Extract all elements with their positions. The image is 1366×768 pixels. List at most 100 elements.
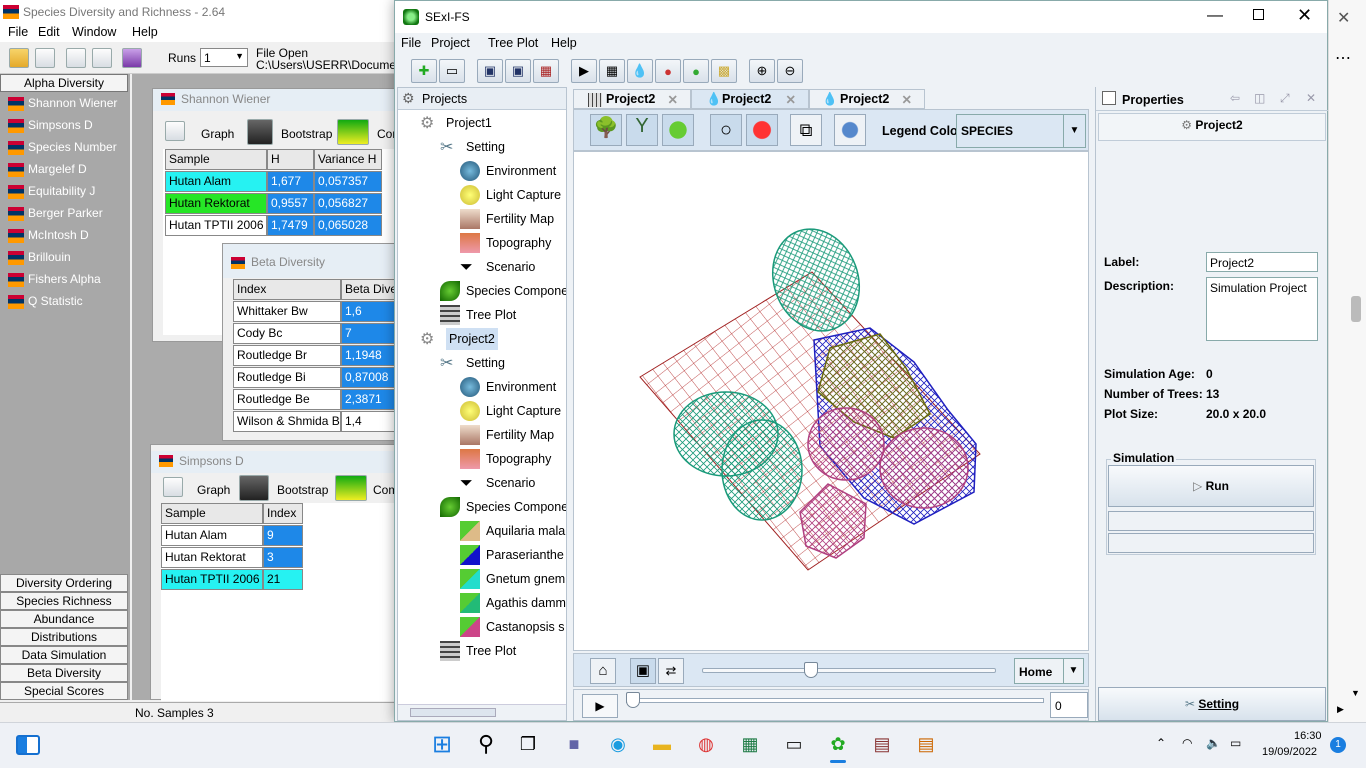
tree-setting-1[interactable]: ✂ Setting	[440, 136, 505, 158]
compare-icon[interactable]	[337, 119, 369, 145]
nav-item[interactable]: Q Statistic	[8, 294, 130, 314]
tree-scenario-1[interactable]: ⏷ Scenario	[460, 256, 535, 278]
close-tab-icon[interactable]: ✕	[668, 92, 678, 107]
notification-badge[interactable]: 1	[1330, 737, 1346, 753]
nav-item[interactable]: Equitability J	[8, 184, 130, 204]
menu-help[interactable]: Help	[132, 25, 158, 39]
bootstrap-button[interactable]: Bootstrap	[277, 483, 328, 497]
table-cell[interactable]: 7	[341, 323, 401, 344]
drop-icon[interactable]: 💧	[627, 59, 653, 83]
close-panel-icon[interactable]: ✕	[1306, 91, 1316, 105]
nav-abundance[interactable]: Abundance	[0, 610, 128, 628]
tree-treeplot-2[interactable]: Tree Plot	[440, 640, 516, 662]
wifi-icon[interactable]: ◠	[1182, 736, 1192, 750]
page-scrollbar-thumb[interactable]	[1351, 296, 1361, 322]
table-header-cell[interactable]: Sample	[161, 503, 263, 524]
excel-icon[interactable]: ▦	[736, 730, 764, 758]
close-icon[interactable]: ✕	[1297, 5, 1312, 26]
bootstrap-icon[interactable]	[239, 475, 269, 501]
table-header-cell[interactable]: Sample	[165, 149, 267, 170]
close-tab-icon[interactable]: ✕	[786, 92, 796, 107]
table-cell[interactable]: Whittaker Bw	[233, 301, 341, 322]
switch-view-icon[interactable]: ⇄	[658, 658, 684, 684]
table-cell[interactable]: Routledge Br	[233, 345, 341, 366]
menu-file[interactable]: File	[8, 25, 28, 39]
export-image-icon[interactable]: ▦	[533, 59, 559, 83]
nav-header-alpha[interactable]: Alpha Diversity	[0, 74, 128, 92]
menu-project[interactable]: Project	[431, 36, 470, 50]
zoom-in-icon[interactable]: ⊕	[749, 59, 775, 83]
edge-icon[interactable]: ◉	[604, 730, 632, 758]
close-icon[interactable]: ✕	[1337, 8, 1350, 28]
scroll-down-icon[interactable]: ▼	[1351, 688, 1360, 698]
open-project-icon[interactable]: ▭	[439, 59, 465, 83]
menu-tree-plot[interactable]: Tree Plot	[488, 36, 538, 50]
battery-icon[interactable]: ▭	[1230, 736, 1241, 750]
table-cell[interactable]: Hutan Rektorat	[161, 547, 263, 568]
table-cell[interactable]: 1,4	[341, 411, 401, 432]
tree-light-2[interactable]: Light Capture	[460, 400, 561, 422]
time-value-field[interactable]: 0	[1050, 692, 1088, 718]
scroll-right-icon[interactable]: ▶	[1337, 704, 1344, 715]
nav-item[interactable]: Fishers Alpha	[8, 272, 130, 292]
tree-species-icon[interactable]: ●	[683, 59, 709, 83]
nav-item[interactable]: Species Number	[8, 140, 130, 160]
tab-project2-b[interactable]: 💧 Project2 ✕	[691, 89, 809, 109]
tree-species-2[interactable]: Paraserianthe	[460, 544, 564, 566]
tray-chevron-icon[interactable]: ⌃	[1156, 736, 1166, 750]
table-cell[interactable]: Wilson & Shmida Bt	[233, 411, 341, 432]
table-cell[interactable]: 1,677	[267, 171, 314, 192]
menu-edit[interactable]: Edit	[38, 25, 60, 39]
runs-select[interactable]: 1 ▼	[200, 48, 248, 67]
bootstrap-button[interactable]: Bootstrap	[281, 127, 332, 141]
table-cell[interactable]: 2,3871	[341, 389, 401, 410]
tab-project2-a[interactable]: Project2 ✕	[573, 89, 691, 109]
branch-icon[interactable]: Y	[626, 114, 658, 146]
table-cell[interactable]: Cody Bc	[233, 323, 341, 344]
start-icon[interactable]: ⊞	[428, 730, 456, 758]
zoom-out-icon[interactable]: ⊖	[777, 59, 803, 83]
home-icon[interactable]: ⌂	[590, 658, 616, 684]
projects-hscrollbar[interactable]	[398, 704, 566, 720]
zoom-slider-thumb[interactable]	[804, 662, 818, 678]
table-cell[interactable]: 21	[263, 569, 303, 590]
save-as-icon[interactable]: ▣	[505, 59, 531, 83]
close-tab-icon[interactable]: ✕	[902, 92, 912, 107]
clock-date[interactable]: 19/09/2022	[1262, 746, 1317, 758]
tools-icon[interactable]	[92, 48, 112, 68]
table-cell[interactable]: Hutan Alam	[161, 525, 263, 546]
legend-color-select[interactable]: SPECIES ▼	[956, 114, 1086, 148]
table-cell[interactable]: 0,065028	[314, 215, 382, 236]
maximize-icon[interactable]	[1253, 9, 1264, 20]
table-cell[interactable]: 0,056827	[314, 193, 382, 214]
tree-project1[interactable]: ⚙ Project1	[420, 112, 492, 134]
compare-icon[interactable]	[335, 475, 367, 501]
graph-button[interactable]: Graph	[197, 483, 230, 497]
table-cell[interactable]: Routledge Bi	[233, 367, 341, 388]
time-slider-thumb[interactable]	[626, 692, 640, 708]
nav-item[interactable]: Margelef D	[8, 162, 130, 182]
tree-species-3[interactable]: Gnetum gnem	[460, 568, 565, 590]
tree-icon[interactable]: 🌳	[590, 114, 622, 146]
graph-button[interactable]: Graph	[201, 127, 234, 141]
table-header-cell[interactable]: H	[267, 149, 314, 170]
tree-environment-1[interactable]: Environment	[460, 160, 556, 182]
tree-species-comp-2[interactable]: Species Compone	[440, 496, 566, 518]
map-icon[interactable]: ▩	[711, 59, 737, 83]
nav-species-richness[interactable]: Species Richness	[0, 592, 128, 610]
table-cell[interactable]: Hutan Rektorat	[165, 193, 267, 214]
tree-scenario-2[interactable]: ⏷ Scenario	[460, 472, 535, 494]
new-file-icon[interactable]	[35, 48, 55, 68]
table-cell[interactable]: 0,87008	[341, 367, 401, 388]
setting-button[interactable]: ✂ Setting	[1098, 687, 1326, 721]
export-icon[interactable]	[122, 48, 142, 68]
widgets-icon[interactable]	[16, 735, 40, 755]
zoom-slider-track[interactable]	[702, 668, 996, 673]
calculator-icon[interactable]	[66, 48, 86, 68]
nav-beta-diversity[interactable]: Beta Diversity	[0, 664, 128, 682]
restore-icon[interactable]: ◫	[1254, 91, 1265, 105]
table-cell[interactable]: 0,057357	[314, 171, 382, 192]
menu-file[interactable]: File	[401, 36, 421, 50]
box-icon[interactable]: ⧉	[790, 114, 822, 146]
tree-species-5[interactable]: Castanopsis s	[460, 616, 565, 638]
